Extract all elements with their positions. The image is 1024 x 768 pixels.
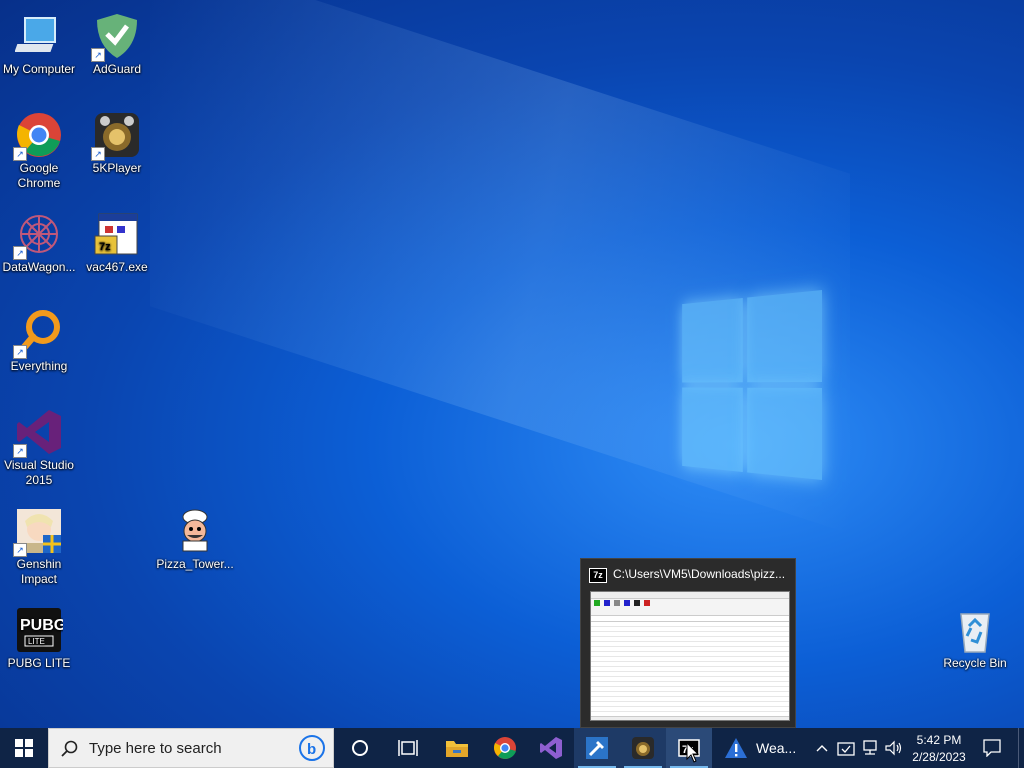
cortana-button[interactable]	[338, 728, 382, 768]
shortcut-arrow-icon: ↗	[13, 147, 27, 161]
adguard-icon: ↗	[91, 12, 141, 62]
clock-time: 5:42 PM	[916, 732, 962, 747]
desktop-icon-pizza-tower[interactable]: Pizza_Tower...	[156, 499, 234, 572]
svg-text:LITE: LITE	[28, 637, 45, 646]
desktop-icon-label: Everything	[10, 359, 68, 373]
folder-icon	[446, 741, 468, 757]
desktop-icon-visual-studio[interactable]: ↗ Visual Studio 2015	[0, 400, 78, 488]
mouse-cursor-icon	[686, 742, 700, 763]
chrome-icon	[494, 737, 516, 759]
network-icon	[863, 740, 877, 755]
preview-thumbnail	[590, 591, 790, 721]
wallpaper-light-beam	[150, 0, 850, 534]
taskbar-thumbnail-preview[interactable]: 7z C:\Users\VM5\Downloads\pizz...	[580, 558, 796, 728]
genshin-icon: ↗	[13, 507, 63, 557]
hammer-tool-icon	[586, 737, 608, 759]
everything-icon: ↗	[13, 309, 63, 359]
bing-icon[interactable]: b	[299, 735, 325, 761]
desktop-icon-label: PUBG LITE	[7, 656, 71, 670]
desktop-icon-label: Pizza_Tower...	[156, 557, 234, 571]
shortcut-arrow-icon: ↗	[13, 246, 27, 260]
tray-network-button[interactable]	[858, 728, 882, 768]
chevron-up-icon	[816, 745, 828, 752]
7zip-app-icon: 7z	[589, 568, 607, 583]
windows-start-icon	[15, 739, 33, 757]
desktop-icon-genshin-impact[interactable]: ↗ Genshin Impact	[0, 499, 78, 587]
taskbar-chrome[interactable]	[482, 728, 528, 768]
tray-security-button[interactable]	[834, 728, 858, 768]
windows-logo-wallpaper	[682, 290, 822, 480]
recycle-bin-icon	[951, 606, 999, 654]
taskbar-visual-studio[interactable]	[528, 728, 574, 768]
taskbar-search-box[interactable]: Type here to search b	[48, 728, 334, 768]
clock-date: 2/28/2023	[912, 749, 966, 764]
action-center-button[interactable]	[978, 728, 1006, 768]
shortcut-arrow-icon: ↗	[13, 543, 27, 557]
desktop-icon-vac467[interactable]: 7z vac467.exe	[78, 202, 156, 275]
pizza-tower-icon	[171, 507, 219, 555]
desktop-icon-label: DataWagon...	[2, 260, 76, 274]
desktop-icon-5kplayer[interactable]: ↗ 5KPlayer	[78, 103, 156, 176]
volume-icon	[885, 740, 902, 756]
svg-text:PUBG: PUBG	[20, 617, 63, 634]
visual-studio-icon: ↗	[13, 408, 63, 458]
warning-icon	[725, 738, 747, 758]
shortcut-arrow-icon: ↗	[91, 48, 105, 62]
shortcut-arrow-icon: ↗	[91, 147, 105, 161]
desktop-icon-label: Recycle Bin	[943, 656, 1007, 670]
svg-text:7z: 7z	[99, 241, 111, 253]
desktop-icon-my-computer[interactable]: My Computer	[0, 4, 78, 77]
cortana-icon	[352, 740, 368, 756]
desktop-icon-label: vac467.exe	[86, 260, 148, 274]
desktop-icon-label: Google Chrome	[17, 161, 61, 190]
task-view-icon	[398, 740, 418, 756]
show-hidden-icons-button[interactable]	[812, 728, 832, 768]
desktop-icon-google-chrome[interactable]: ↗ Google Chrome	[0, 103, 78, 191]
weather-label: Wea...	[756, 740, 797, 756]
show-desktop-button[interactable]	[1018, 728, 1019, 768]
search-icon	[61, 740, 78, 757]
taskbar-build-tool[interactable]	[574, 728, 620, 768]
desktop-icon-pubg-lite[interactable]: PUBG LITE PUBG LITE	[0, 598, 78, 671]
desktop-icon-adguard[interactable]: ↗ AdGuard	[78, 4, 156, 77]
shortcut-arrow-icon: ↗	[13, 444, 27, 458]
preview-title: C:\Users\VM5\Downloads\pizz...	[613, 567, 786, 581]
desktop-icon-label: My Computer	[2, 62, 76, 76]
datawagon-icon: ↗	[13, 210, 63, 260]
search-placeholder: Type here to search	[89, 740, 222, 757]
task-view-button[interactable]	[386, 728, 430, 768]
vac467-icon: 7z	[93, 210, 141, 258]
taskbar-file-explorer[interactable]	[434, 728, 480, 768]
desktop-icon-label: AdGuard	[92, 62, 142, 76]
desktop-icon-everything[interactable]: ↗ Everything	[0, 301, 78, 374]
desktop-icon-label: 5KPlayer	[92, 161, 142, 175]
taskbar-clock[interactable]: 5:42 PM 2/28/2023	[908, 728, 970, 768]
shortcut-arrow-icon: ↗	[13, 345, 27, 359]
taskbar-weather-widget[interactable]: Wea...	[724, 728, 804, 768]
notification-icon	[983, 739, 1001, 757]
start-button[interactable]	[0, 728, 48, 768]
visual-studio-icon	[540, 737, 562, 759]
tray-volume-button[interactable]	[882, 728, 906, 768]
5kplayer-icon: ↗	[91, 111, 141, 161]
security-tray-icon	[837, 742, 855, 756]
taskbar-5kplayer[interactable]	[620, 728, 666, 768]
chrome-icon: ↗	[13, 111, 63, 161]
desktop-icon-label: Visual Studio 2015	[4, 458, 74, 487]
desktop-icon-datawagon[interactable]: ↗ DataWagon...	[0, 202, 78, 275]
pubg-icon: PUBG LITE	[15, 606, 66, 654]
desktop-icon-recycle-bin[interactable]: Recycle Bin	[936, 598, 1014, 671]
computer-icon	[14, 12, 63, 60]
5kplayer-icon	[632, 737, 654, 759]
desktop-icon-label: Genshin Impact	[16, 557, 62, 586]
svg-text:b: b	[307, 741, 316, 758]
